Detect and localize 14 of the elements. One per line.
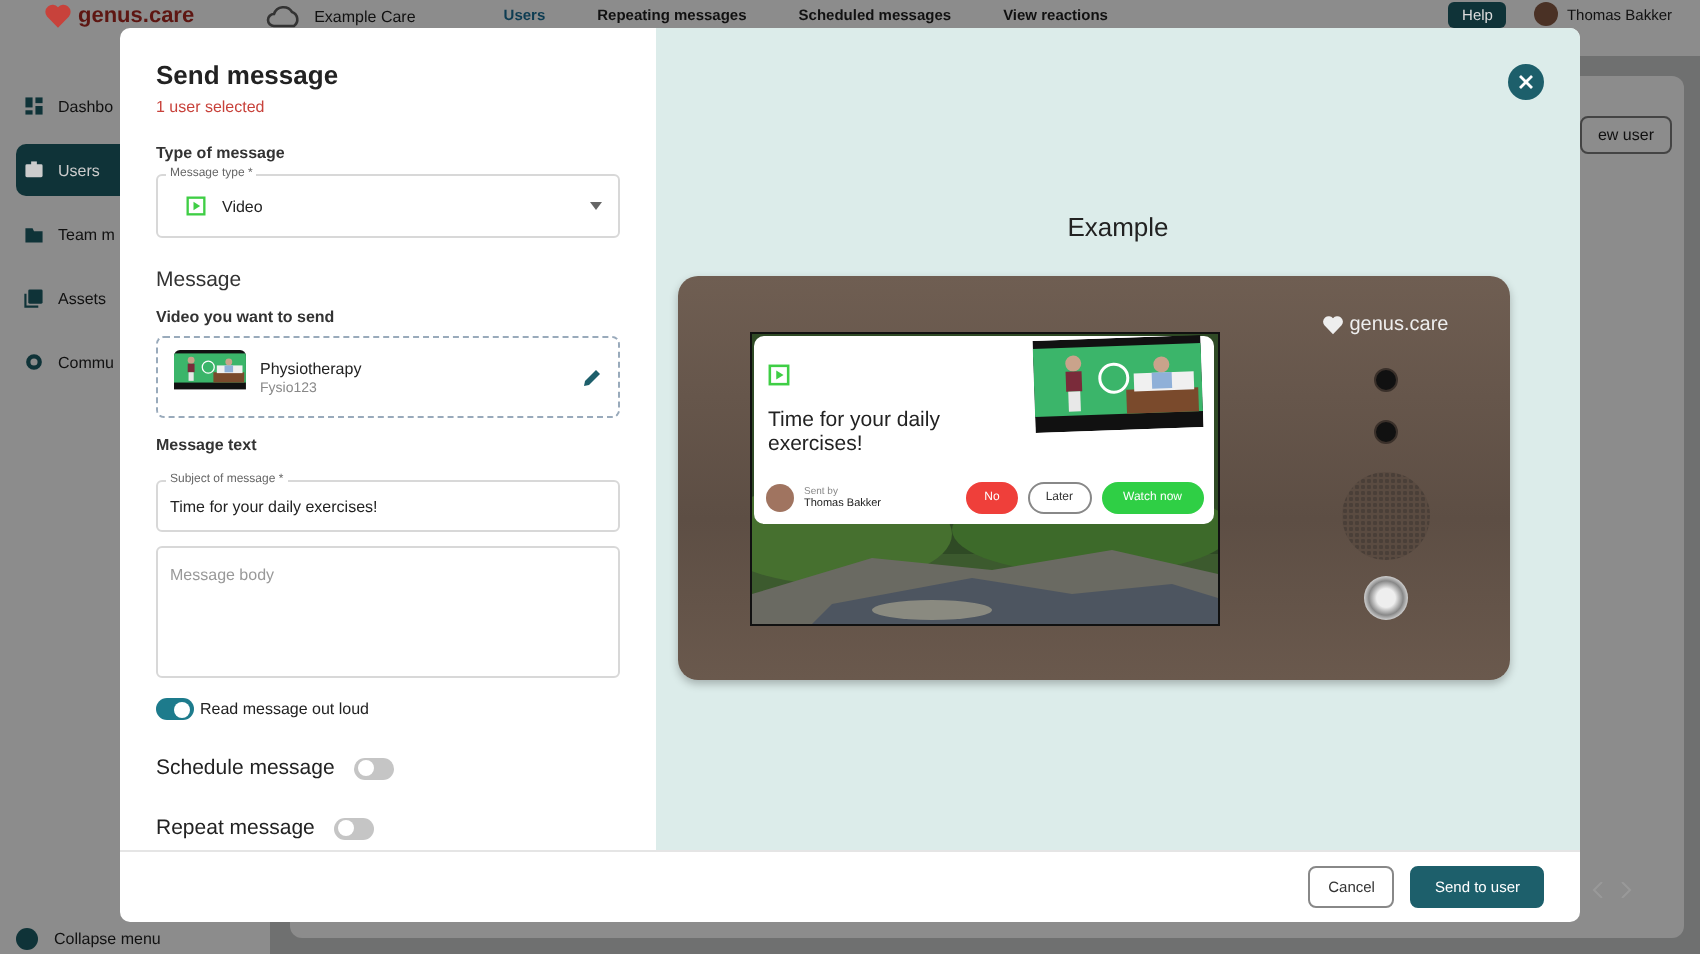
dialog-title: Send message xyxy=(156,60,341,90)
section-label: Type of message xyxy=(156,144,287,162)
toggle-label: Schedule message xyxy=(156,756,335,780)
preview-title: Example xyxy=(1067,212,1169,242)
selection-count: 1 user selected xyxy=(156,98,267,116)
brand-text: genus.care xyxy=(1349,314,1449,336)
section-label: Video you want to send xyxy=(156,308,337,326)
logo-text: genus.care xyxy=(78,4,195,28)
toggle-label: Read message out loud xyxy=(200,700,369,718)
video-title: Physiotherapy xyxy=(260,359,362,377)
section-label: Message text xyxy=(156,436,259,454)
section-heading: Message xyxy=(156,268,244,292)
select-value: Video xyxy=(222,197,263,215)
toggle-label: Repeat message xyxy=(156,816,315,840)
